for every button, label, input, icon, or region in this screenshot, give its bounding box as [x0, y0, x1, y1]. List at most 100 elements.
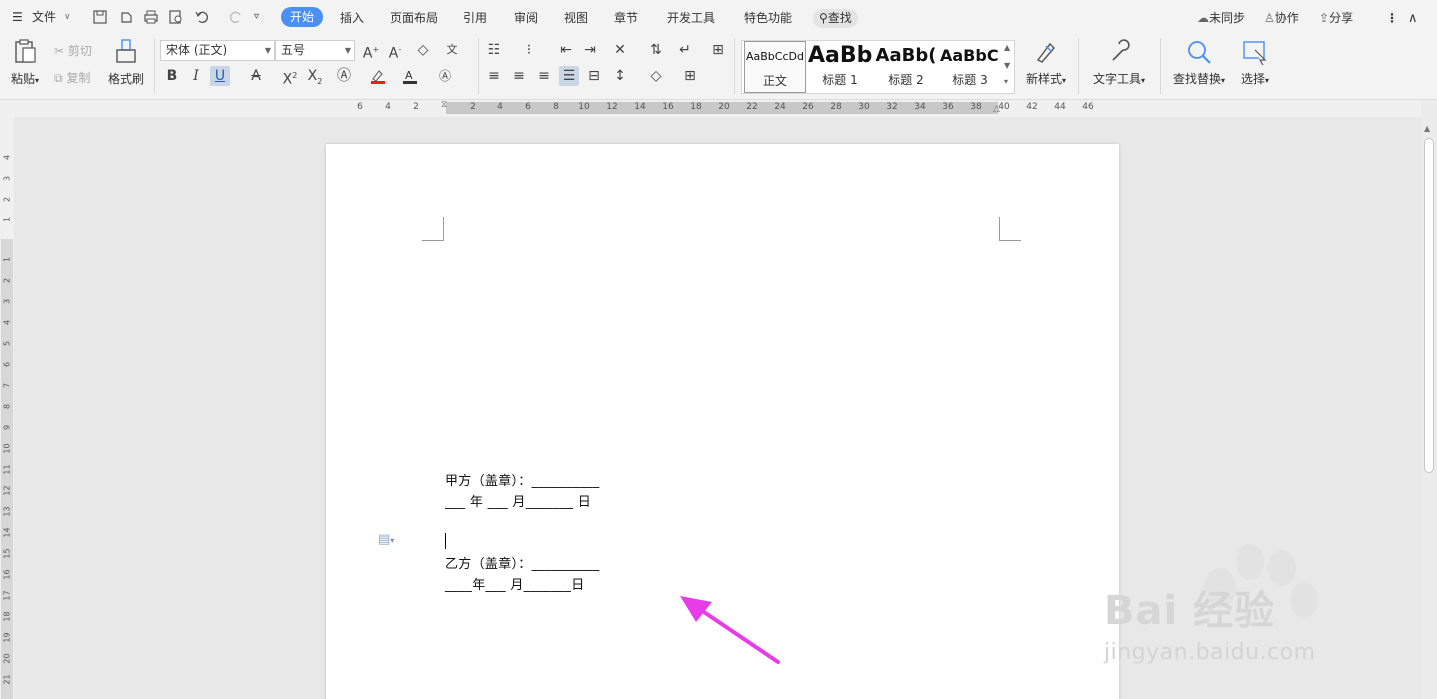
tab-section[interactable]: 章节 — [614, 9, 638, 28]
tab-home[interactable]: 开始 — [281, 7, 324, 27]
phonetic-guide-icon[interactable]: 文 — [442, 40, 462, 60]
sync-status[interactable]: ☁未同步 — [1197, 9, 1245, 28]
grow-font-icon[interactable]: A+ — [361, 40, 381, 62]
char-border-icon[interactable]: Ⓐ — [435, 66, 455, 86]
ruler-tick-label: 20 — [2, 653, 12, 664]
line-spacing-icon[interactable]: ↕ — [610, 66, 630, 86]
align-right-icon[interactable]: ≡ — [534, 66, 554, 86]
strikethrough-icon[interactable]: A — [246, 66, 266, 86]
align-justify-icon[interactable]: ☰ — [559, 66, 579, 86]
underline-icon[interactable]: U — [210, 66, 230, 86]
person-icon: ♙ — [1264, 11, 1275, 25]
new-style-label: 新样式 — [1025, 72, 1062, 86]
share-button[interactable]: ⇪分享 — [1319, 9, 1353, 28]
right-indent-marker-icon[interactable]: △ — [993, 104, 1000, 114]
scrollbar-thumb[interactable] — [1424, 138, 1434, 473]
paste-button[interactable]: 粘贴▾ — [8, 38, 42, 87]
text-effect-icon[interactable]: Ⓐ — [334, 66, 354, 86]
show-marks-icon[interactable]: ↵ — [675, 40, 695, 60]
print-icon[interactable] — [143, 9, 159, 25]
align-left-icon[interactable]: ≡ — [484, 66, 504, 86]
indent-marker-icon[interactable]: ⧖ — [441, 100, 447, 110]
ruler-tick-label: 21 — [2, 674, 12, 685]
style-preview: AaBbC( — [940, 46, 1000, 65]
customize-toolbar-icon[interactable]: ▿ — [254, 9, 270, 25]
paste-options-icon[interactable]: ▤▾ — [378, 532, 394, 547]
style-heading-1[interactable]: AaBb 标题 1 — [808, 41, 872, 93]
margin-corner — [999, 217, 1021, 241]
cut-button[interactable]: ✂ 剪切 — [54, 42, 92, 59]
more-icon[interactable]: ⋮ — [1386, 9, 1398, 28]
subscript-icon[interactable]: X2 — [305, 66, 325, 86]
share-icon: ⇪ — [1319, 11, 1330, 25]
collapse-ribbon-icon[interactable]: ∧ — [1408, 9, 1418, 28]
ruler-tick-label: 7 — [2, 382, 12, 389]
text-tools-button[interactable]: 文字工具▾ — [1090, 38, 1148, 87]
expand-gallery-icon[interactable]: ▾ — [1004, 77, 1008, 86]
italic-icon[interactable]: I — [186, 66, 206, 86]
borders-icon[interactable]: ⊞ — [680, 66, 700, 86]
style-name: 标题 1 — [822, 73, 858, 87]
tab-developer[interactable]: 开发工具 — [667, 9, 715, 28]
shrink-font-icon[interactable]: A- — [385, 40, 405, 62]
distributed-icon[interactable]: ⊟ — [584, 66, 604, 86]
style-normal[interactable]: AaBbCcDd 正文 — [744, 41, 806, 93]
chinese-layout-icon[interactable]: ✕ — [610, 40, 630, 60]
scissors-icon: ✂ — [54, 44, 65, 58]
shading-icon[interactable]: ◇ — [646, 66, 666, 86]
file-menu[interactable]: 文件 — [32, 0, 56, 34]
highlight-icon[interactable] — [368, 66, 388, 86]
ruler-tick-label: 30 — [858, 102, 870, 112]
superscript-icon[interactable]: X2 — [280, 66, 300, 88]
find-replace-button[interactable]: 查找替换▾ — [1170, 38, 1228, 87]
save-icon[interactable] — [92, 9, 108, 25]
tab-page-layout[interactable]: 页面布局 — [390, 9, 438, 28]
undo-icon[interactable] — [194, 9, 210, 25]
style-heading-3[interactable]: AaBbC( 标题 3 — [940, 41, 1000, 93]
table-tabs-icon[interactable]: ⊞ — [708, 40, 728, 60]
vertical-scrollbar[interactable]: ▲ — [1421, 100, 1437, 699]
font-color-icon[interactable]: A — [400, 66, 420, 86]
ruler-tick-label: 1 — [2, 216, 12, 223]
style-name: 标题 3 — [952, 73, 988, 87]
redo-icon[interactable] — [228, 9, 244, 25]
numbered-list-icon[interactable]: ⁝ — [519, 40, 539, 60]
tab-references[interactable]: 引用 — [463, 9, 487, 28]
search-box[interactable]: ⚲查找 — [813, 9, 858, 28]
ruler-tick-label: 15 — [2, 548, 12, 559]
hamburger-icon[interactable]: ☰ — [12, 0, 23, 34]
clipboard-icon — [15, 39, 36, 63]
vertical-ruler[interactable]: 4 3 2 1 1 2 3 4 5 6 7 8 9 10 11 12 13 14 15 16 17 18 19 20 21 — [0, 117, 14, 699]
format-painter-button[interactable]: 格式刷 — [106, 38, 146, 87]
font-name-select[interactable]: 宋体 (正文) ▼ — [160, 40, 275, 61]
scroll-up-icon[interactable]: ▲ — [1424, 124, 1430, 133]
decrease-indent-icon[interactable]: ⇤ — [556, 40, 576, 60]
margin-corner — [422, 217, 444, 241]
font-size-select[interactable]: 五号 ▼ — [275, 40, 355, 61]
ruler-tick-label: 4 — [2, 319, 12, 326]
tab-special-features[interactable]: 特色功能 — [744, 9, 792, 28]
print-preview-icon[interactable] — [168, 9, 184, 25]
style-preview: AaBb( — [875, 45, 937, 66]
collaborate-button[interactable]: ♙协作 — [1264, 9, 1299, 28]
align-center-icon[interactable]: ≡ — [509, 66, 529, 86]
copy-button[interactable]: ⧉ 复制 — [54, 69, 90, 86]
scroll-down-icon[interactable]: ▼ — [1004, 61, 1010, 70]
tab-insert[interactable]: 插入 — [340, 9, 364, 28]
ruler-tick-label: 14 — [634, 102, 646, 112]
scroll-up-icon[interactable]: ▲ — [1004, 43, 1010, 52]
chevron-down-icon[interactable]: ∨ — [64, 0, 71, 34]
select-button[interactable]: 选择▾ — [1236, 38, 1274, 87]
tab-review[interactable]: 审阅 — [514, 9, 538, 28]
clear-format-icon[interactable]: ◇ — [413, 40, 433, 60]
style-heading-2[interactable]: AaBb( 标题 2 — [874, 41, 938, 93]
increase-indent-icon[interactable]: ⇥ — [580, 40, 600, 60]
tab-view[interactable]: 视图 — [564, 9, 588, 28]
new-style-button[interactable]: 新样式▾ — [1022, 38, 1070, 87]
horizontal-ruler[interactable]: 6 4 2 2 4 6 8 10 12 14 16 18 20 22 24 26 28 30 32 34 36 38 40 4… — [0, 100, 1437, 117]
bold-icon[interactable]: B — [162, 66, 182, 86]
ruler-tick-label: 3 — [2, 298, 12, 305]
bullet-list-icon[interactable]: ☷ — [484, 40, 504, 60]
sort-icon[interactable]: ⇅ — [646, 40, 666, 60]
export-icon[interactable] — [118, 9, 134, 25]
